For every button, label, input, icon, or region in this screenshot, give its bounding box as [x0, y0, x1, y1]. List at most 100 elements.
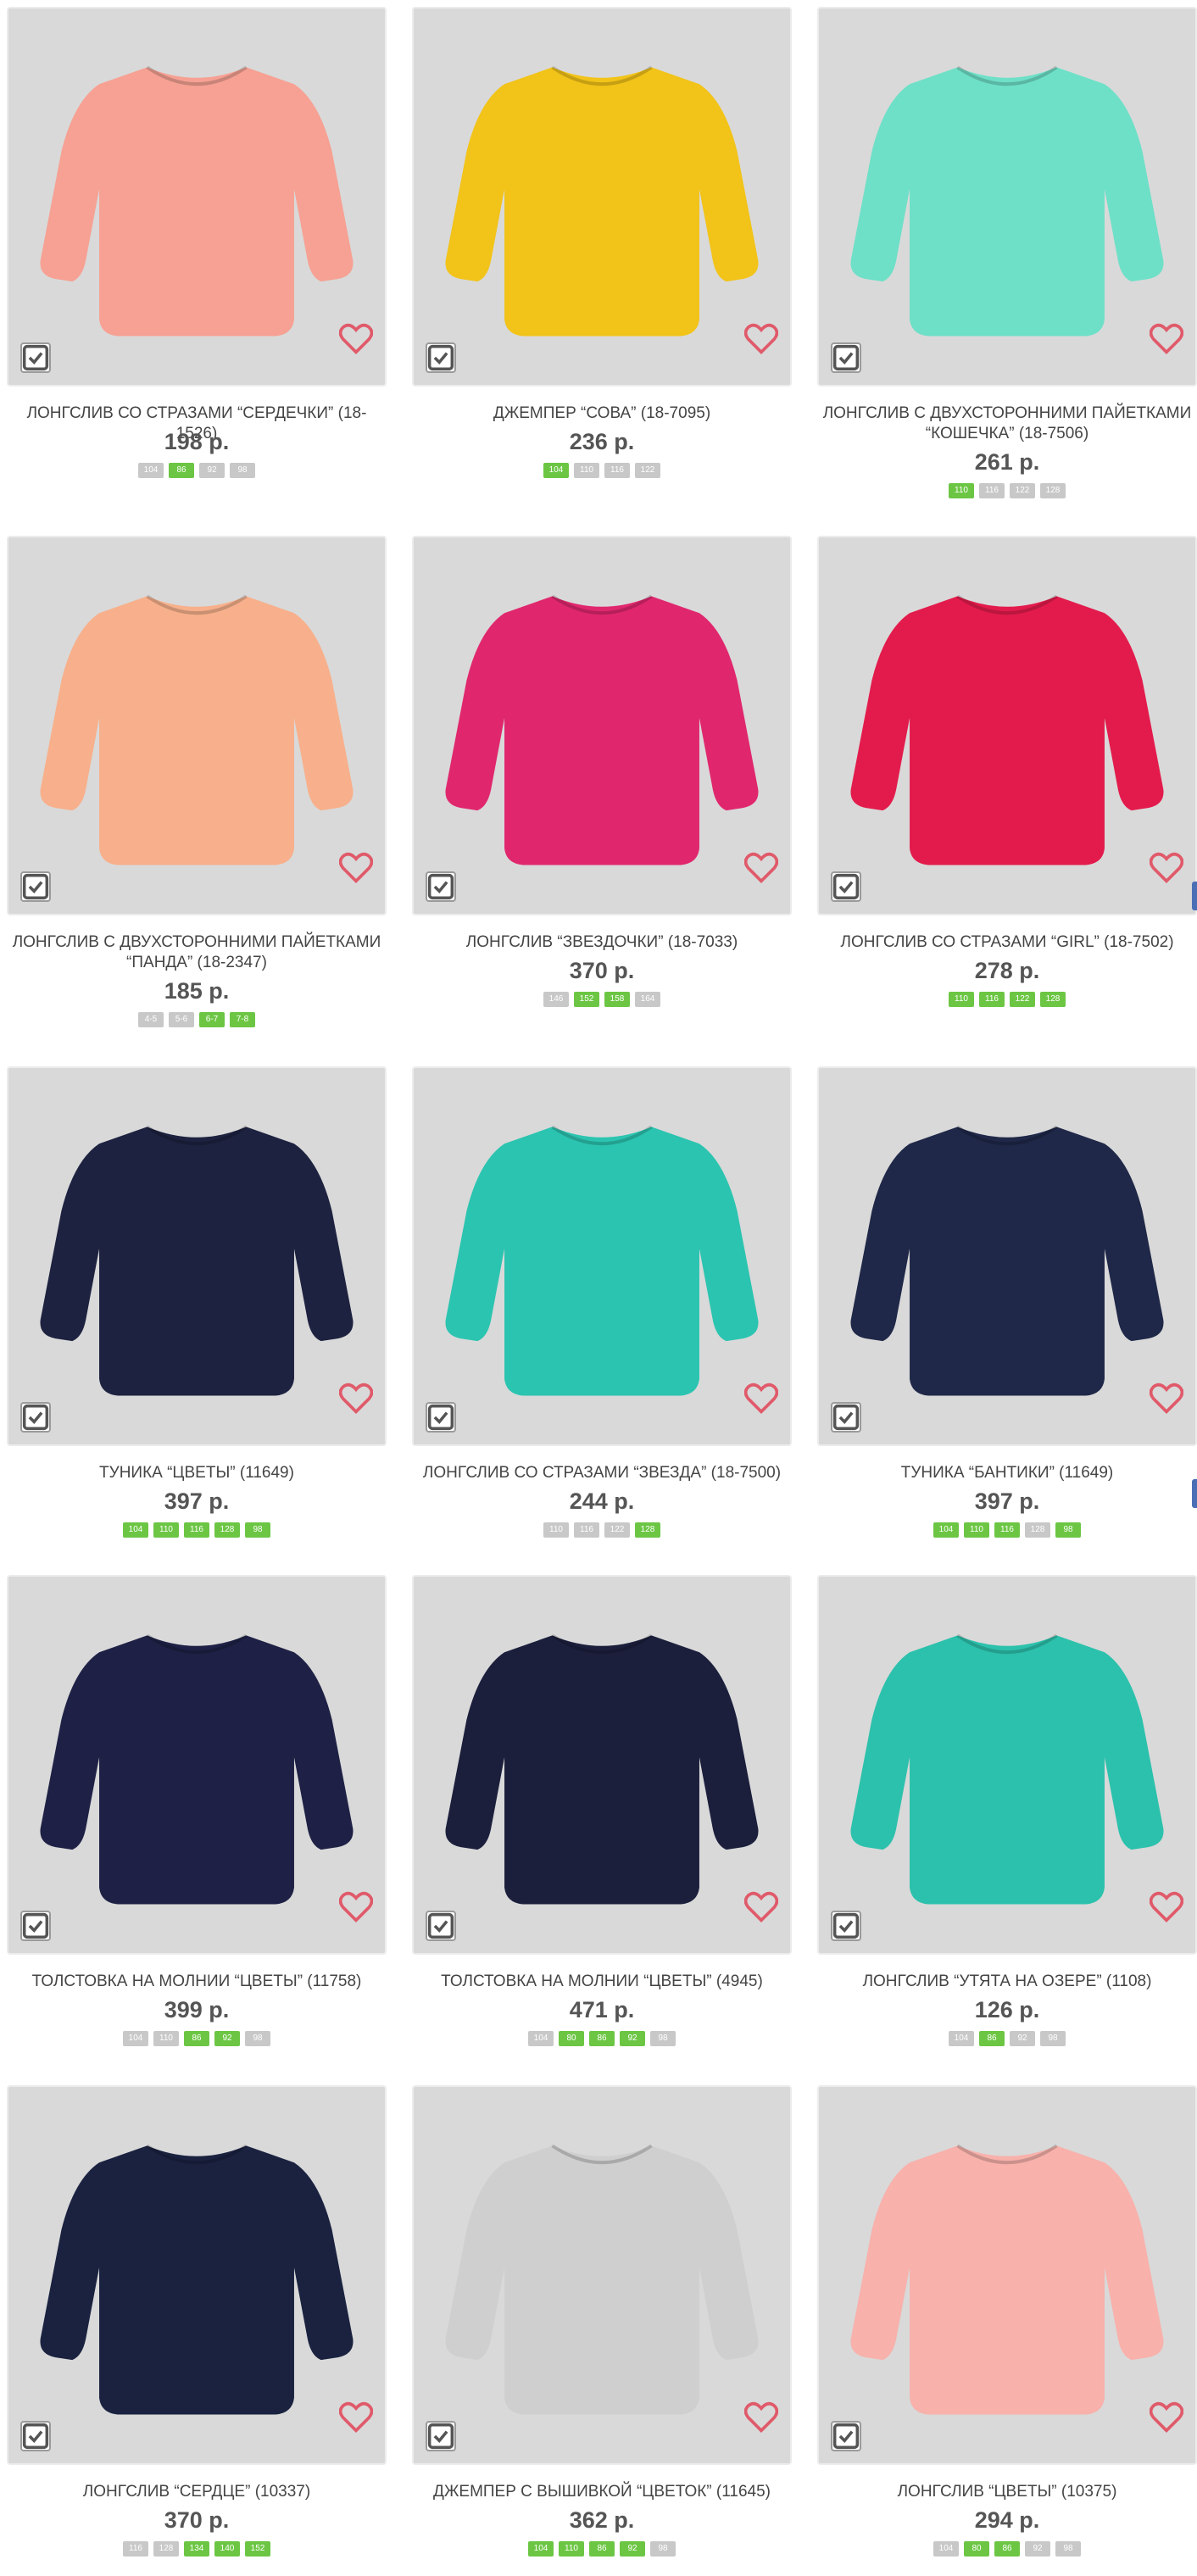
size-badge[interactable]: 86	[589, 2541, 615, 2557]
product-image[interactable]	[7, 1066, 387, 1446]
favorite-button[interactable]	[744, 322, 778, 356]
product-title[interactable]: ТОЛСТОВКА НА МОЛНИИ “ЦВЕТЫ” (4945)	[412, 1972, 792, 1992]
favorite-button[interactable]	[744, 1890, 778, 1924]
favorite-button[interactable]	[339, 851, 373, 885]
size-badge[interactable]: 152	[574, 992, 599, 1007]
size-badge[interactable]: 104	[123, 2031, 148, 2046]
compare-checkbox-button[interactable]	[426, 1911, 456, 1941]
favorite-button[interactable]	[744, 2401, 778, 2434]
size-badge[interactable]: 104	[933, 2541, 959, 2557]
product-title[interactable]: ЛОНГСЛИВ С ДВУХСТОРОННИМИ ПАЙЕТКАМИ “ПАН…	[7, 932, 387, 973]
size-badge[interactable]: 122	[635, 463, 660, 478]
product-image[interactable]	[817, 536, 1197, 915]
product-title[interactable]: ДЖЕМПЕР “СОВА” (18-7095)	[412, 403, 792, 424]
size-badge[interactable]: 98	[245, 1522, 270, 1538]
size-badge[interactable]: 92	[620, 2031, 645, 2046]
size-badge[interactable]: 116	[184, 1522, 209, 1538]
product-title[interactable]: ЛОНГСЛИВ “ЦВЕТЫ” (10375)	[817, 2482, 1197, 2502]
size-badge[interactable]: 92	[214, 2031, 240, 2046]
compare-checkbox-button[interactable]	[426, 342, 456, 373]
size-badge[interactable]: 116	[604, 463, 630, 478]
favorite-button[interactable]	[339, 1890, 373, 1924]
size-badge[interactable]: 104	[528, 2031, 554, 2046]
compare-checkbox-button[interactable]	[426, 2421, 456, 2451]
size-badge[interactable]: 5-6	[169, 1012, 194, 1027]
favorite-button[interactable]	[339, 1382, 373, 1416]
favorite-button[interactable]	[339, 2401, 373, 2434]
size-badge[interactable]: 86	[184, 2031, 209, 2046]
product-image[interactable]	[7, 7, 387, 387]
size-badge[interactable]: 110	[559, 2541, 584, 2557]
size-badge[interactable]: 98	[245, 2031, 270, 2046]
size-badge[interactable]: 128	[635, 1522, 660, 1538]
product-title[interactable]: ЛОНГСЛИВ “УТЯТА НА ОЗЕРЕ” (1108)	[817, 1972, 1197, 1992]
size-badge[interactable]: 110	[949, 483, 974, 498]
size-badge[interactable]: 110	[574, 463, 599, 478]
size-badge[interactable]: 110	[964, 1522, 989, 1538]
size-badge[interactable]: 158	[604, 992, 630, 1007]
size-badge[interactable]: 110	[153, 2031, 179, 2046]
product-image[interactable]	[412, 1575, 792, 1955]
product-image[interactable]	[412, 2085, 792, 2465]
size-badge[interactable]: 92	[1010, 2031, 1035, 2046]
size-badge[interactable]: 7-8	[230, 1012, 255, 1027]
side-panel-tab[interactable]	[1192, 1479, 1197, 1508]
size-badge[interactable]: 116	[574, 1522, 599, 1538]
size-badge[interactable]: 4-5	[138, 1012, 164, 1027]
size-badge[interactable]: 110	[949, 992, 974, 1007]
product-image[interactable]	[817, 1575, 1197, 1955]
size-badge[interactable]: 134	[184, 2541, 209, 2557]
size-badge[interactable]: 80	[964, 2541, 989, 2557]
favorite-button[interactable]	[1150, 2401, 1183, 2434]
size-badge[interactable]: 128	[1040, 483, 1066, 498]
size-badge[interactable]: 122	[1010, 992, 1035, 1007]
size-badge[interactable]: 128	[1040, 992, 1066, 1007]
size-badge[interactable]: 128	[153, 2541, 179, 2557]
favorite-button[interactable]	[744, 1382, 778, 1416]
product-title[interactable]: ЛОНГСЛИВ “СЕРДЦЕ” (10337)	[7, 2482, 387, 2502]
size-badge[interactable]: 104	[543, 463, 569, 478]
size-badge[interactable]: 80	[559, 2031, 584, 2046]
product-image[interactable]	[412, 7, 792, 387]
favorite-button[interactable]	[1150, 322, 1183, 356]
compare-checkbox-button[interactable]	[426, 1402, 456, 1433]
compare-checkbox-button[interactable]	[20, 342, 51, 373]
product-image[interactable]	[817, 1066, 1197, 1446]
compare-checkbox-button[interactable]	[20, 871, 51, 902]
size-badge[interactable]: 86	[979, 2031, 1005, 2046]
size-badge[interactable]: 116	[979, 483, 1005, 498]
compare-checkbox-button[interactable]	[831, 1402, 861, 1433]
compare-checkbox-button[interactable]	[20, 1911, 51, 1941]
size-badge[interactable]: 98	[1040, 2031, 1066, 2046]
product-title[interactable]: ЛОНГСЛИВ С ДВУХСТОРОННИМИ ПАЙЕТКАМИ “КОШ…	[817, 403, 1197, 444]
size-badge[interactable]: 104	[528, 2541, 554, 2557]
size-badge[interactable]: 98	[650, 2541, 676, 2557]
size-badge[interactable]: 92	[199, 463, 225, 478]
size-badge[interactable]: 116	[994, 1522, 1020, 1538]
size-badge[interactable]: 104	[123, 1522, 148, 1538]
size-badge[interactable]: 92	[1025, 2541, 1050, 2557]
compare-checkbox-button[interactable]	[426, 871, 456, 902]
size-badge[interactable]: 104	[949, 2031, 974, 2046]
product-image[interactable]	[7, 536, 387, 915]
size-badge[interactable]: 6-7	[199, 1012, 225, 1027]
size-badge[interactable]: 98	[230, 463, 255, 478]
size-badge[interactable]: 86	[994, 2541, 1020, 2557]
compare-checkbox-button[interactable]	[831, 1911, 861, 1941]
favorite-button[interactable]	[339, 322, 373, 356]
product-title[interactable]: ДЖЕМПЕР С ВЫШИВКОЙ “ЦВЕТОК” (11645)	[412, 2482, 792, 2502]
size-badge[interactable]: 86	[589, 2031, 615, 2046]
product-image[interactable]	[412, 1066, 792, 1446]
size-badge[interactable]: 152	[245, 2541, 270, 2557]
product-title[interactable]: ТОЛСТОВКА НА МОЛНИИ “ЦВЕТЫ” (11758)	[7, 1972, 387, 1992]
product-image[interactable]	[7, 1575, 387, 1955]
product-title[interactable]: ТУНИКА “ЦВЕТЫ” (11649)	[7, 1463, 387, 1483]
size-badge[interactable]: 146	[543, 992, 569, 1007]
compare-checkbox-button[interactable]	[20, 2421, 51, 2451]
size-badge[interactable]: 86	[169, 463, 194, 478]
size-badge[interactable]: 98	[1055, 1522, 1081, 1538]
size-badge[interactable]: 98	[650, 2031, 676, 2046]
product-image[interactable]	[817, 2085, 1197, 2465]
product-title[interactable]: ЛОНГСЛИВ СО СТРАЗАМИ “GIRL” (18-7502)	[817, 932, 1197, 953]
compare-checkbox-button[interactable]	[831, 2421, 861, 2451]
